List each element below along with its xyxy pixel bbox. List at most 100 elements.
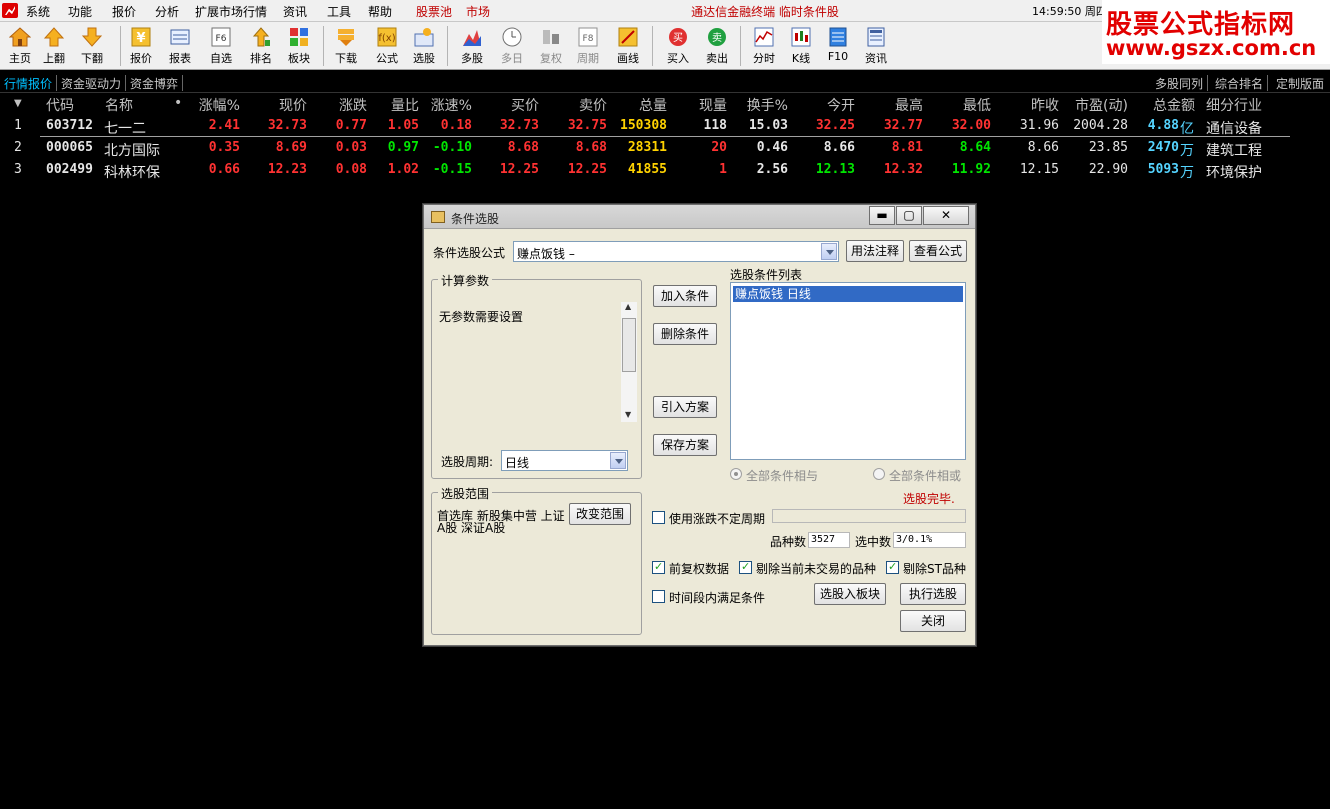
radio-all-and[interactable] [730,468,742,480]
col-prev-close[interactable]: 昨收 [1000,95,1059,115]
chk-unfixed-period-label: 使用涨跌不定周期 [669,512,766,526]
toolbar-multi-day-button[interactable]: 多日 [492,26,532,66]
svg-text:f(x): f(x) [378,33,395,44]
col-price[interactable]: 现价 [250,95,307,115]
save-plan-button[interactable]: 保存方案 [653,434,717,456]
col-amount[interactable]: 总金额 [1135,95,1195,115]
sort-arrow-icon[interactable]: ▼ [14,98,22,109]
add-condition-button[interactable]: 加入条件 [653,285,717,307]
radio-all-and-label: 全部条件相与 [746,469,819,483]
scroll-up-icon[interactable]: ▲ [625,302,631,311]
toolbar-rank-button[interactable]: 排名 [241,26,281,66]
menu-analysis[interactable]: 分析 [155,3,179,20]
tab-composite-rank[interactable]: 综合排名 [1215,75,1269,91]
toolbar-separator [447,26,448,66]
chk-exclude-untraded[interactable] [739,560,752,574]
news-icon [867,27,885,47]
toolbar-news-button[interactable]: 资讯 [856,26,896,66]
toolbar-sell-button[interactable]: 卖 卖出 [697,26,737,66]
tab-multi-stock[interactable]: 多股同列 [1155,75,1209,91]
toolbar-page-up-button[interactable]: 上翻 [34,26,74,66]
toolbar-multi-stock-button[interactable]: 多股 [452,26,492,66]
condition-list[interactable]: 赚点饭钱 日线 [730,282,966,460]
chevron-down-icon[interactable] [610,452,626,469]
toolbar-draw-line-button[interactable]: 画线 [608,26,648,66]
table-row[interactable]: 2 000065 北方国际 0.35 8.69 0.03 0.97 -0.10 … [0,138,1330,160]
col-industry[interactable]: 细分行业 [1206,95,1262,115]
params-scrollbar[interactable]: ▲ ▼ [621,302,637,422]
scope-text: 首选库 新股集中营 上证A股 深证A股 [437,509,565,535]
toolbar-report-button[interactable]: 报表 [160,26,200,66]
tab-fund-game[interactable]: 资金博弈 [130,75,184,91]
col-speed[interactable]: 涨速% [420,95,472,115]
execute-select-button[interactable]: 执行选股 [900,583,966,605]
tab-custom-layout[interactable]: 定制版面 [1276,75,1328,91]
menu-market[interactable]: 市场 [466,3,490,20]
toolbar-stock-pick-button[interactable]: 选股 [404,26,444,66]
col-total-volume[interactable]: 总量 [610,95,667,115]
col-low[interactable]: 最低 [930,95,991,115]
formula-select[interactable]: 赚点饭钱 – [513,241,839,262]
add-to-block-button[interactable]: 选股入板块 [814,583,886,605]
toolbar-kline-button[interactable]: K线 [781,26,821,66]
chk-unfixed-period[interactable] [652,511,665,524]
menu-news[interactable]: 资讯 [283,3,307,20]
change-scope-button[interactable]: 改变范围 [569,503,631,525]
close-icon[interactable]: ✕ [923,206,969,225]
menu-help[interactable]: 帮助 [368,3,392,20]
view-formula-button[interactable]: 查看公式 [909,240,967,262]
col-current-volume[interactable]: 现量 [670,95,727,115]
delete-condition-button[interactable]: 删除条件 [653,323,717,345]
col-turnover[interactable]: 换手% [730,95,788,115]
toolbar-buy-button[interactable]: 买 买入 [658,26,698,66]
list-item[interactable]: 赚点饭钱 日线 [733,286,963,302]
toolbar-page-down-button[interactable]: 下翻 [72,26,112,66]
minimize-button[interactable]: ▬ [869,206,895,225]
col-pe[interactable]: 市盈(动) [1065,95,1128,115]
table-row[interactable]: 3 002499 科林环保 0.66 12.23 0.08 1.02 -0.15… [0,160,1330,182]
menu-function[interactable]: 功能 [68,3,92,20]
toolbar-download-button[interactable]: 下载 [326,26,366,66]
col-ask[interactable]: 卖价 [550,95,607,115]
menu-extended-market[interactable]: 扩展市场行情 [195,3,267,20]
radio-all-or[interactable] [873,468,885,480]
scroll-down-icon[interactable]: ▼ [625,410,631,419]
menu-tools[interactable]: 工具 [327,3,351,20]
col-change-pct[interactable]: 涨幅% [180,95,240,115]
rank-icon [252,27,270,47]
toolbar-period-button[interactable]: F8 周期 [568,26,608,66]
period-select[interactable]: 日线 [501,450,628,471]
toolbar-watchlist-button[interactable]: F6 自选 [201,26,241,66]
menu-stock-pool[interactable]: 股票池 [416,3,452,20]
col-name[interactable]: 名称 [105,95,133,115]
period-label: 选股周期: [441,455,494,469]
toolbar-adjust-button[interactable]: 复权 [531,26,571,66]
toolbar-f10-button[interactable]: F10 [818,26,858,66]
toolbar-quote-button[interactable]: ¥ 报价 [121,26,161,66]
usage-notes-button[interactable]: 用法注释 [846,240,904,262]
tab-fund-drive[interactable]: 资金驱动力 [61,75,127,91]
chevron-down-icon[interactable] [821,243,837,260]
menu-system[interactable]: 系统 [26,3,50,20]
chk-exclude-st[interactable] [886,560,899,574]
col-bid[interactable]: 买价 [480,95,539,115]
toolbar-formula-button[interactable]: f(x) 公式 [367,26,407,66]
maximize-button[interactable]: ▢ [896,206,922,225]
close-button[interactable]: 关闭 [900,610,966,632]
chk-time-period[interactable] [652,590,665,603]
chk-forward-adjust[interactable] [652,560,665,574]
dialog-title-bar[interactable]: 条件选股 ▬ ▢ ✕ [424,205,975,229]
col-code[interactable]: 代码 [46,95,74,115]
toolbar-intraday-button[interactable]: 分时 [744,26,784,66]
count-field: 3527 [808,532,850,548]
col-volume-ratio[interactable]: 量比 [370,95,419,115]
menu-quote[interactable]: 报价 [112,3,136,20]
scroll-thumb[interactable] [622,318,636,372]
toolbar-block-button[interactable]: 板块 [279,26,319,66]
col-high[interactable]: 最高 [860,95,923,115]
import-plan-button[interactable]: 引入方案 [653,396,717,418]
col-change[interactable]: 涨跌 [310,95,367,115]
tab-quote[interactable]: 行情报价 [4,75,58,91]
col-open[interactable]: 今开 [800,95,855,115]
table-row[interactable]: 1 603712 七一二 2.41 32.73 0.77 1.05 0.18 3… [0,116,1330,138]
